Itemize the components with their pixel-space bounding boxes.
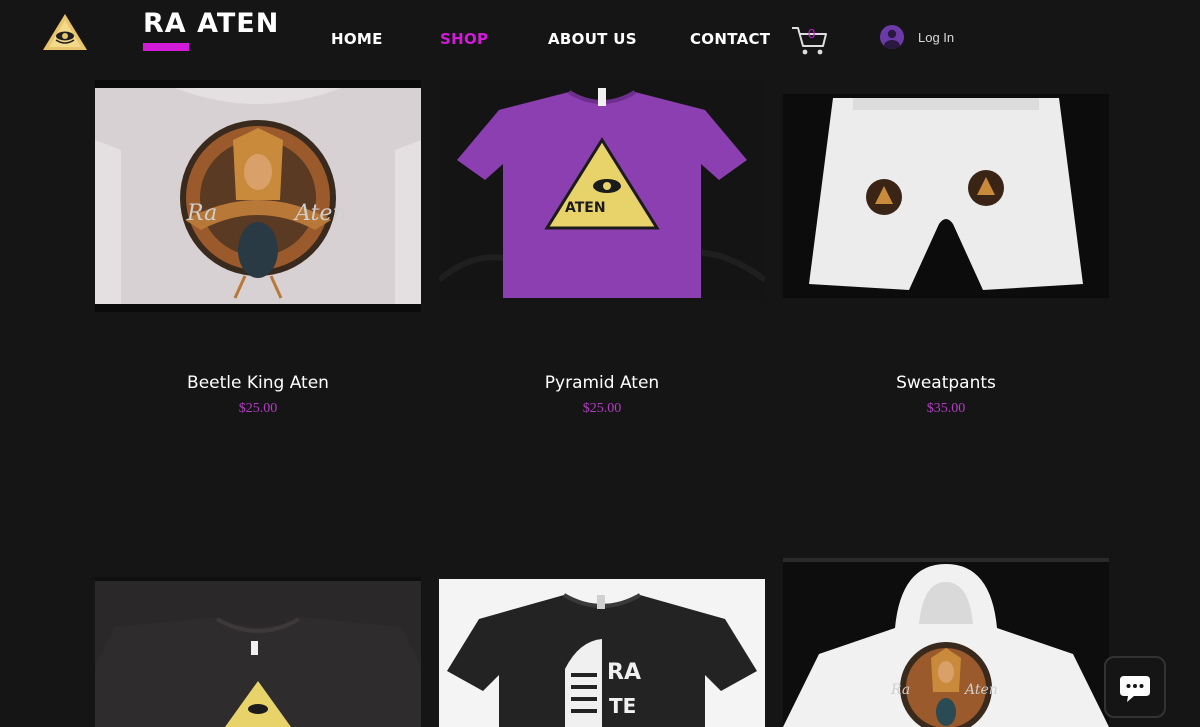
nav-about-us[interactable]: ABOUT US bbox=[548, 30, 637, 48]
svg-text:ATEN: ATEN bbox=[565, 200, 606, 216]
login-label[interactable]: Log In bbox=[918, 30, 954, 45]
svg-text:Aten: Aten bbox=[963, 682, 998, 698]
product-image[interactable]: RA TE bbox=[439, 579, 765, 727]
svg-text:RA: RA bbox=[607, 660, 641, 685]
logo-icon[interactable] bbox=[41, 12, 89, 52]
product-card[interactable] bbox=[95, 577, 421, 727]
product-image[interactable] bbox=[783, 94, 1109, 298]
svg-text:Ra: Ra bbox=[186, 201, 217, 226]
chat-bubble-icon bbox=[1120, 676, 1150, 702]
product-card[interactable]: RA TE bbox=[439, 579, 765, 727]
cart-button[interactable]: 0 bbox=[790, 24, 828, 56]
nav-home[interactable]: HOME bbox=[331, 30, 383, 48]
product-name[interactable]: Pyramid Aten bbox=[439, 373, 765, 393]
brand[interactable]: RA ATEN bbox=[143, 8, 279, 51]
product-image[interactable]: ATEN bbox=[439, 80, 765, 302]
cart-count: 0 bbox=[808, 26, 816, 41]
chat-button[interactable] bbox=[1104, 656, 1166, 718]
nav-shop[interactable]: SHOP bbox=[440, 30, 488, 48]
product-card[interactable]: Ra Aten Beetle King Aten $25.00 bbox=[95, 80, 421, 420]
product-image[interactable]: Ra Aten bbox=[95, 80, 421, 312]
product-card[interactable]: ATEN Pyramid Aten $25.00 bbox=[439, 80, 765, 420]
svg-text:Ra: Ra bbox=[890, 682, 910, 698]
product-name[interactable]: Sweatpants bbox=[783, 373, 1109, 393]
brand-title[interactable]: RA ATEN bbox=[143, 8, 279, 40]
product-card[interactable]: Sweatpants $35.00 bbox=[783, 80, 1109, 420]
avatar-icon bbox=[880, 25, 904, 49]
nav-contact[interactable]: CONTACT bbox=[690, 30, 770, 48]
brand-underline bbox=[143, 43, 189, 51]
product-price: $25.00 bbox=[238, 401, 278, 416]
product-image[interactable] bbox=[95, 577, 421, 727]
product-name[interactable]: Beetle King Aten bbox=[95, 373, 421, 393]
site-header: RA ATEN HOME SHOP ABOUT US CONTACT 0 Log… bbox=[0, 0, 1200, 78]
product-card[interactable]: Ra Aten bbox=[783, 558, 1109, 727]
svg-text:TE: TE bbox=[609, 694, 636, 718]
product-image[interactable]: Ra Aten bbox=[783, 558, 1109, 727]
product-price: $25.00 bbox=[582, 401, 622, 416]
login-button[interactable]: Log In bbox=[880, 24, 954, 50]
svg-text:Aten: Aten bbox=[293, 201, 347, 226]
product-price: $35.00 bbox=[926, 401, 966, 416]
